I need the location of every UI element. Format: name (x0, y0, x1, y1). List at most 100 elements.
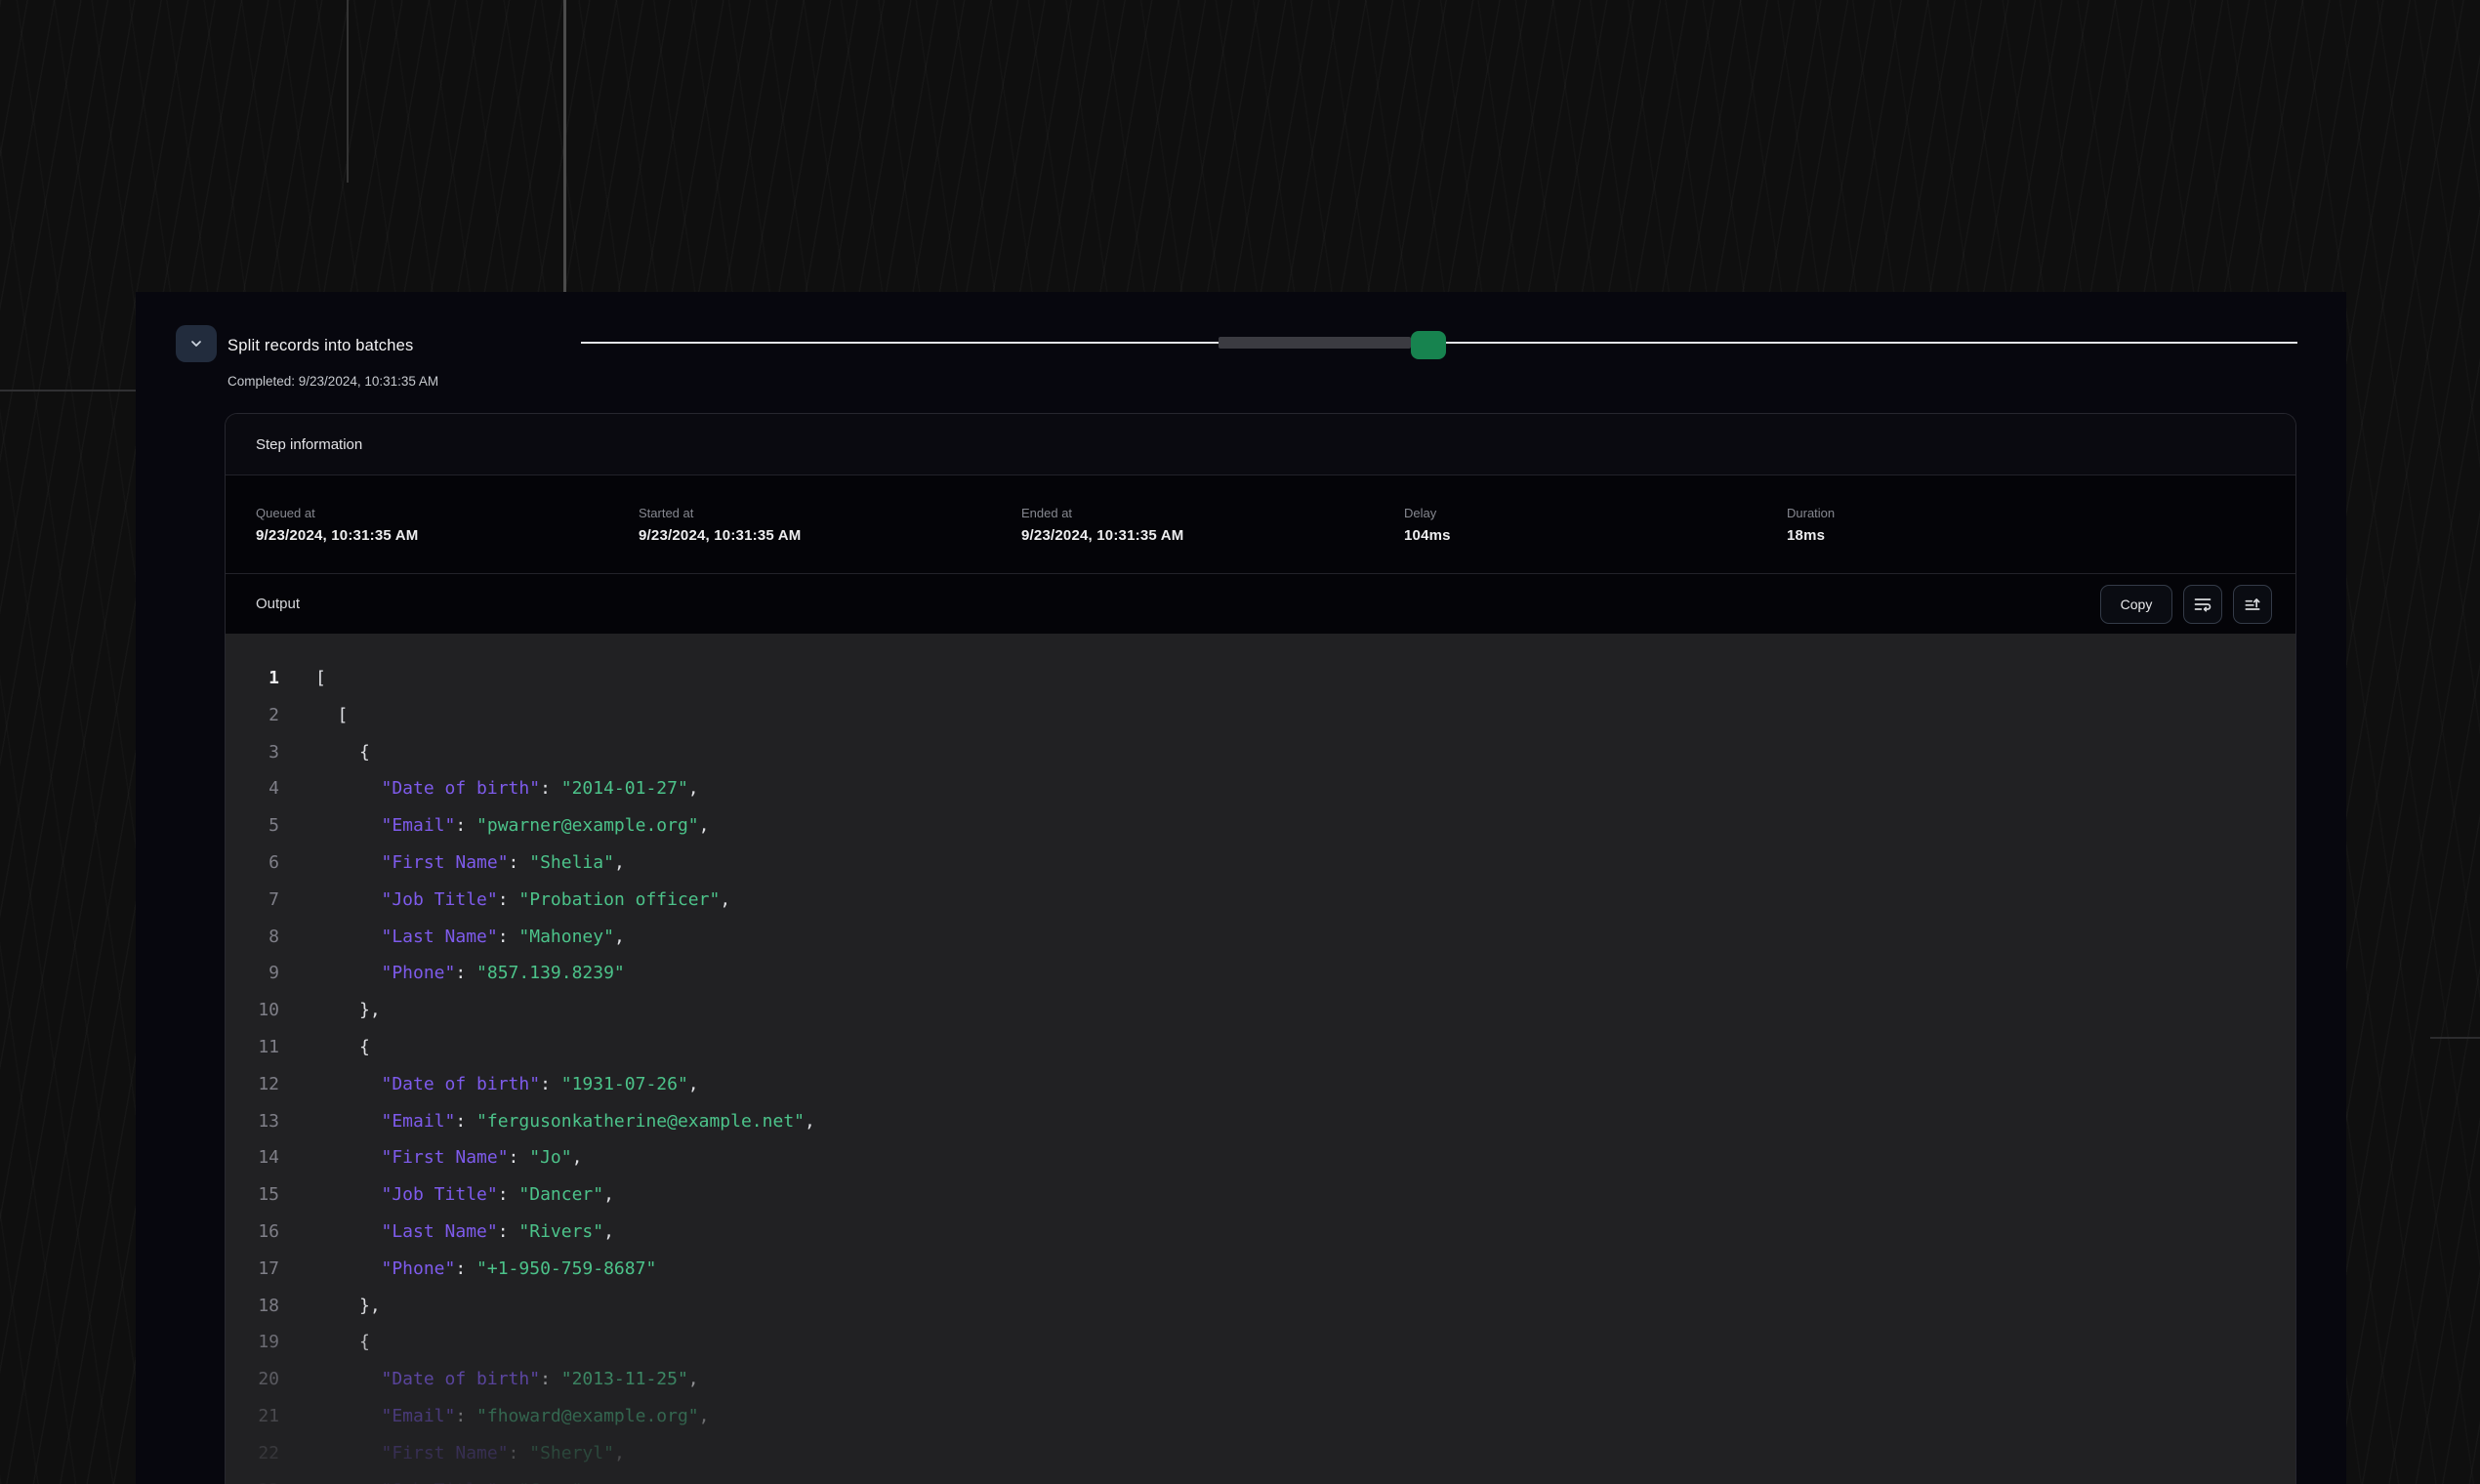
meta-label: Delay (1404, 506, 1787, 520)
collapse-step-button[interactable] (176, 325, 217, 362)
output-actions: Copy (2100, 585, 2272, 624)
background-vertical-line (347, 0, 349, 183)
step-metadata-row: Queued at9/23/2024, 10:31:35 AMStarted a… (226, 475, 2295, 574)
meta-item: Delay 104ms (1404, 506, 1787, 544)
meta-item: Duration 18ms (1787, 506, 2170, 544)
code-line: 13 "Email": "fergusonkatherine@example.ne… (226, 1103, 2295, 1140)
code-line: 8 "Last Name": "Mahoney", (226, 919, 2295, 956)
line-content: "Job Title": "Probation officer", (315, 882, 730, 919)
line-content: { (315, 1029, 370, 1066)
meta-label: Ended at (1021, 506, 1404, 520)
code-line: 2[ (226, 697, 2295, 734)
code-line: 21 "Email": "fhoward@example.org", (226, 1398, 2295, 1435)
panel-title: Step information (256, 436, 362, 453)
line-number: 9 (226, 955, 279, 992)
line-content: "Date of birth": "2013-11-25", (315, 1361, 699, 1398)
line-number: 6 (226, 845, 279, 882)
line-content: { (315, 734, 370, 771)
code-line: 9 "Phone": "857.139.8239" (226, 955, 2295, 992)
line-number: 13 (226, 1103, 279, 1140)
meta-value: 9/23/2024, 10:31:35 AM (1021, 527, 1404, 544)
wrap-text-icon (2193, 595, 2212, 614)
line-content: "Date of birth": "1931-07-26", (315, 1066, 699, 1103)
line-content: [ (315, 697, 348, 734)
code-line: 4 "Date of birth": "2014-01-27", (226, 770, 2295, 807)
line-content: "Job Title": "Copy", (315, 1472, 593, 1484)
meta-item: Started at 9/23/2024, 10:31:35 AM (639, 506, 1021, 544)
line-content: "Email": "fhoward@example.org", (315, 1398, 709, 1435)
line-number: 19 (226, 1324, 279, 1361)
line-number: 4 (226, 770, 279, 807)
line-content: [ (315, 660, 326, 697)
line-content: "Email": "pwarner@example.org", (315, 807, 709, 845)
code-line: 15"Job Title": "Dancer", (226, 1176, 2295, 1214)
line-content: "First Name": "Sheryl", (315, 1435, 625, 1472)
line-number: 16 (226, 1214, 279, 1251)
line-number: 8 (226, 919, 279, 956)
line-number: 22 (226, 1435, 279, 1472)
line-number: 23 (226, 1472, 279, 1484)
code-line: 20 "Date of birth": "2013-11-25", (226, 1361, 2295, 1398)
line-content: "Date of birth": "2014-01-27", (315, 770, 699, 807)
background-horizontal-line (0, 390, 136, 392)
wrap-text-button[interactable] (2183, 585, 2222, 624)
line-number: 17 (226, 1251, 279, 1288)
line-number: 14 (226, 1139, 279, 1176)
code-line: 6 "First Name": "Shelia", (226, 845, 2295, 882)
code-line: 16"Last Name": "Rivers", (226, 1214, 2295, 1251)
line-content: "First Name": "Jo", (315, 1139, 582, 1176)
code-line: 1[ (226, 660, 2295, 697)
app-background: Split records into batches Completed: 9/… (0, 0, 2480, 1484)
line-content: "First Name": "Shelia", (315, 845, 625, 882)
line-content: "Last Name": "Mahoney", (315, 919, 625, 956)
code-line: 5"Email": "pwarner@example.org", (226, 807, 2295, 845)
line-number: 11 (226, 1029, 279, 1066)
copy-button[interactable]: Copy (2100, 585, 2172, 624)
meta-value: 104ms (1404, 527, 1787, 544)
code-line: 11 { (226, 1029, 2295, 1066)
code-line: 3{ (226, 734, 2295, 771)
line-number: 20 (226, 1361, 279, 1398)
line-number: 3 (226, 734, 279, 771)
line-number: 7 (226, 882, 279, 919)
code-line: 23 "Job Title": "Copy", (226, 1472, 2295, 1484)
code-line: 19 { (226, 1324, 2295, 1361)
line-content: "Phone": "+1-950-759-8687" (315, 1251, 656, 1288)
line-number: 1 (226, 660, 279, 697)
meta-value: 9/23/2024, 10:31:35 AM (639, 527, 1021, 544)
scroll-to-top-button[interactable] (2233, 585, 2272, 624)
meta-value: 18ms (1787, 527, 2170, 544)
line-content: }, (315, 1288, 381, 1325)
chevron-down-icon (188, 336, 204, 351)
line-content: }, (315, 992, 381, 1029)
meta-value: 9/23/2024, 10:31:35 AM (256, 527, 639, 544)
code-line: 10}, (226, 992, 2295, 1029)
code-line: 18}, (226, 1288, 2295, 1325)
panel-header: Step information (226, 414, 2295, 475)
output-json-viewer[interactable]: 1[2[3{4"Date of birth": "2014-01-27",5"E… (226, 634, 2295, 1484)
code-line: 14 "First Name": "Jo", (226, 1139, 2295, 1176)
line-number: 21 (226, 1398, 279, 1435)
code-line: 12 "Date of birth": "1931-07-26", (226, 1066, 2295, 1103)
background-horizontal-line (2430, 1037, 2480, 1039)
code-line: 22 "First Name": "Sheryl", (226, 1435, 2295, 1472)
line-content: { (315, 1324, 370, 1361)
line-number: 2 (226, 697, 279, 734)
line-number: 18 (226, 1288, 279, 1325)
code-line: 17 "Phone": "+1-950-759-8687" (226, 1251, 2295, 1288)
output-section-title: Output (256, 596, 300, 612)
line-content: "Phone": "857.139.8239" (315, 955, 625, 992)
timeline-delay-segment (1219, 337, 1411, 349)
step-completed-timestamp: Completed: 9/23/2024, 10:31:35 AM (227, 374, 438, 389)
line-number: 12 (226, 1066, 279, 1103)
meta-item: Ended at 9/23/2024, 10:31:35 AM (1021, 506, 1404, 544)
background-vertical-line (563, 0, 566, 292)
code-line: 7 "Job Title": "Probation officer", (226, 882, 2295, 919)
line-content: "Job Title": "Dancer", (315, 1176, 614, 1214)
step-information-panel: Step information Queued at9/23/2024, 10:… (225, 413, 2296, 1484)
meta-label: Started at (639, 506, 1021, 520)
timeline-scrubber-handle[interactable] (1411, 331, 1446, 359)
line-content: "Email": "fergusonkatherine@example.net"… (315, 1103, 815, 1140)
meta-label: Duration (1787, 506, 2170, 520)
meta-item: Queued at9/23/2024, 10:31:35 AM (256, 506, 639, 544)
